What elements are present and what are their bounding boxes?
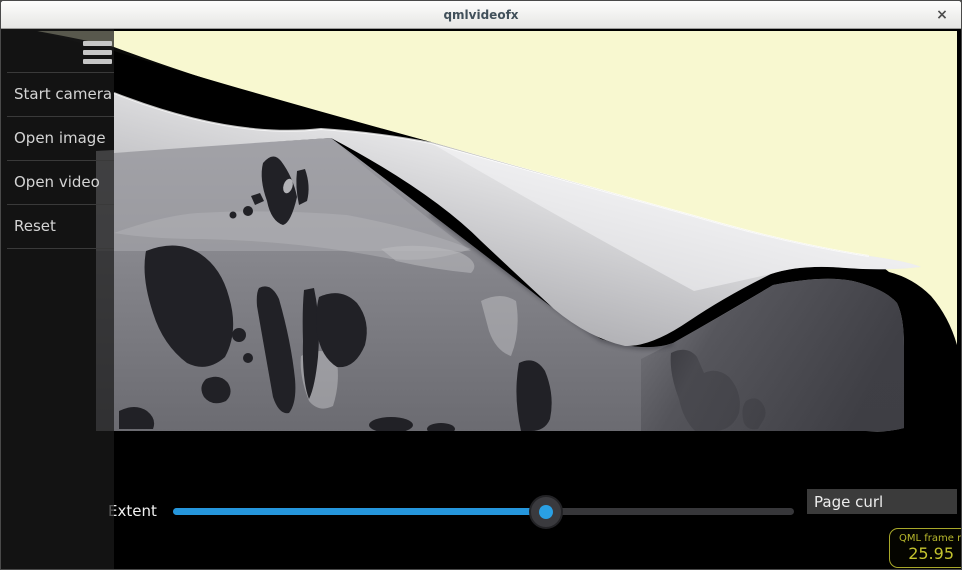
sidebar: Start camera Open image Open video Reset: [1, 29, 114, 569]
fps-value: 25.95: [899, 544, 961, 563]
menu-divider: [7, 248, 114, 249]
fps-display: QML frame r... 25.95: [889, 528, 961, 568]
titlebar: qmlvideofx ×: [1, 1, 961, 29]
content-area: Extent Page curl QML frame r... 25.95 St…: [1, 29, 961, 569]
extent-slider: [173, 491, 794, 531]
sidebar-item-open-image[interactable]: Open image: [1, 117, 114, 160]
sidebar-menu: Start camera Open image Open video Reset: [1, 72, 114, 249]
hamburger-menu-icon[interactable]: [83, 41, 113, 66]
close-icon[interactable]: ×: [931, 1, 953, 29]
extent-slider-handle[interactable]: [529, 495, 563, 529]
fps-label: QML frame r...: [899, 533, 961, 544]
sidebar-item-open-video[interactable]: Open video: [1, 161, 114, 204]
extent-slider-fill: [173, 508, 546, 515]
window-title: qmlvideofx: [1, 1, 961, 29]
video-display-page-curl-scene: [1, 29, 961, 569]
app-window: qmlvideofx ×: [0, 0, 962, 570]
extent-label: Extent: [108, 502, 157, 520]
sidebar-item-start-camera[interactable]: Start camera: [1, 73, 114, 116]
sidebar-item-reset[interactable]: Reset: [1, 205, 114, 248]
effect-selector-button[interactable]: Page curl: [807, 489, 957, 514]
